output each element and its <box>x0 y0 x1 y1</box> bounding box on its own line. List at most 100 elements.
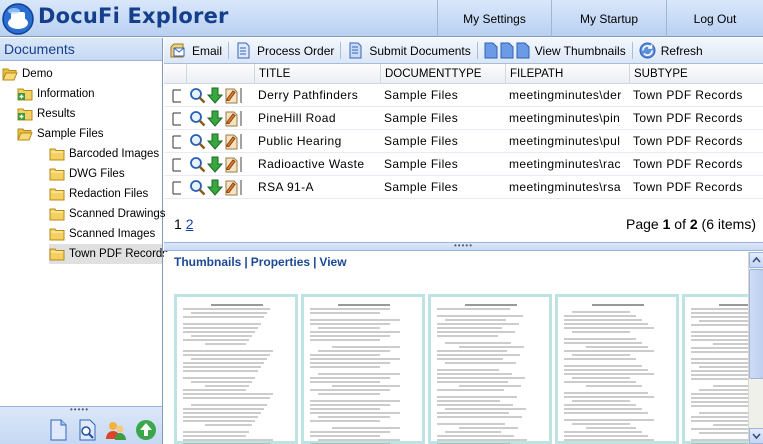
tab-separator: | <box>313 255 317 269</box>
download-arrow-icon[interactable] <box>207 110 223 127</box>
cell-title: Public Hearing <box>258 134 342 148</box>
cell-title: Radioactive Waste <box>258 157 365 171</box>
tree-item-label: Demo <box>22 68 53 80</box>
tree-item-sample-files[interactable]: Sample Files <box>17 124 162 144</box>
tree-item-label: Town PDF Records <box>69 248 169 260</box>
email-button[interactable]: Email <box>164 39 228 63</box>
tree-item-dwg-files[interactable]: DWG Files <box>49 164 162 184</box>
document-page-preview <box>437 304 527 444</box>
edit-document-icon[interactable] <box>224 87 238 104</box>
document-page-preview <box>183 304 273 444</box>
my-settings-link[interactable]: My Settings <box>437 0 551 37</box>
cell-documenttype: Sample Files <box>384 157 459 171</box>
checkbox-icon[interactable] <box>172 181 182 195</box>
download-arrow-icon[interactable] <box>207 133 223 150</box>
folder-open-icon <box>17 128 33 141</box>
download-arrow-icon[interactable] <box>207 156 223 173</box>
tree-item-label: DWG Files <box>69 168 125 180</box>
tree-item-results[interactable]: Results <box>17 104 162 124</box>
grid-header: TITLE DOCUMENTTYPE FILEPATH SUBTYPE <box>164 64 763 84</box>
column-header-title[interactable]: TITLE <box>254 64 380 84</box>
tab-view[interactable]: View <box>319 255 346 269</box>
row-actions <box>172 87 243 104</box>
row-divider-icon <box>240 180 242 195</box>
table-row[interactable]: Public Hearing Sample Files meetingminutes… <box>164 130 763 153</box>
row-divider-icon <box>240 134 242 149</box>
refresh-button[interactable]: Refresh <box>633 39 709 63</box>
cell-filepath: meetingminutes\rac <box>509 157 621 171</box>
scroll-down-button[interactable] <box>749 428 763 444</box>
thumbnail-scrollbar[interactable] <box>748 252 763 444</box>
cell-filepath: meetingminutes\pul <box>509 134 621 148</box>
document-thumbnail[interactable] <box>682 294 748 444</box>
tree-item-town-pdf-records[interactable]: Town PDF Records <box>49 244 168 264</box>
document-thumbnail[interactable] <box>428 294 552 444</box>
tree-item-label: Scanned Drawings <box>69 208 166 220</box>
submit-documents-button[interactable]: Submit Documents <box>341 39 476 63</box>
cell-title: Derry Pathfinders <box>258 88 359 102</box>
folder-icon <box>49 188 65 201</box>
edit-document-icon[interactable] <box>224 133 238 150</box>
document-icon[interactable] <box>46 418 70 442</box>
magnifier-icon[interactable] <box>189 179 206 196</box>
checkbox-icon[interactable] <box>172 112 182 126</box>
magnifier-icon[interactable] <box>189 156 206 173</box>
download-arrow-icon[interactable] <box>207 87 223 104</box>
refresh-label: Refresh <box>660 43 703 58</box>
tree-item-label: Sample Files <box>37 128 104 140</box>
search-document-icon[interactable] <box>75 418 99 442</box>
table-row[interactable]: RSA 91-A Sample Files meetingminutes\rsa To… <box>164 176 763 199</box>
table-row[interactable]: Radioactive Waste Sample Files meetingminu… <box>164 153 763 176</box>
tree-item-barcoded-images[interactable]: Barcoded Images <box>49 144 162 164</box>
users-icon[interactable] <box>104 418 128 442</box>
edit-document-icon[interactable] <box>224 179 238 196</box>
download-arrow-icon[interactable] <box>207 179 223 196</box>
column-header-filepath[interactable]: FILEPATH <box>505 64 629 84</box>
resize-grip[interactable]: ••••• <box>70 406 89 414</box>
thumbnail-strip <box>164 272 748 444</box>
view-thumbnails-button[interactable]: View Thumbnails <box>478 39 632 63</box>
tree-item-redaction-files[interactable]: Redaction Files <box>49 184 162 204</box>
preview-tabbar: Thumbnails | Properties | View <box>164 252 748 272</box>
edit-document-icon[interactable] <box>224 156 238 173</box>
tree-item-scanned-images[interactable]: Scanned Images <box>49 224 162 244</box>
checkbox-icon[interactable] <box>172 89 182 103</box>
document-thumbnail[interactable] <box>301 294 425 444</box>
cell-subtype: Town PDF Records <box>633 180 743 194</box>
cell-subtype: Town PDF Records <box>633 88 743 102</box>
tab-thumbnails[interactable]: Thumbnails <box>174 255 241 269</box>
my-startup-link[interactable]: My Startup <box>551 0 666 37</box>
document-thumbnail[interactable] <box>174 294 298 444</box>
scroll-thumb[interactable] <box>749 269 763 379</box>
page-2-link[interactable]: 2 <box>186 216 194 232</box>
column-header-documenttype[interactable]: DOCUMENTTYPE <box>380 64 505 84</box>
upload-icon[interactable] <box>134 418 158 442</box>
tree-item-scanned-drawings[interactable]: Scanned Drawings <box>49 204 166 224</box>
cell-title: PineHill Road <box>258 111 336 125</box>
magnifier-icon[interactable] <box>189 110 206 127</box>
table-row[interactable]: Derry Pathfinders Sample Files meetingminu… <box>164 84 763 107</box>
process-order-icon <box>237 42 250 59</box>
process-order-button[interactable]: Process Order <box>229 39 340 63</box>
tab-properties[interactable]: Properties <box>251 255 310 269</box>
scroll-up-button[interactable] <box>749 252 763 268</box>
folder-plus-icon <box>17 88 33 101</box>
panel-splitter[interactable]: ••••• <box>164 241 763 251</box>
tree-item-information[interactable]: Information <box>17 84 162 104</box>
checkbox-icon[interactable] <box>172 158 182 172</box>
tree-item-demo[interactable]: Demo <box>2 64 162 84</box>
magnifier-icon[interactable] <box>189 87 206 104</box>
edit-document-icon[interactable] <box>224 110 238 127</box>
row-actions <box>172 133 243 150</box>
column-header-subtype[interactable]: SUBTYPE <box>629 64 763 84</box>
documents-panel-footer: ••••• <box>0 406 162 444</box>
table-row[interactable]: PineHill Road Sample Files meetingminutes\… <box>164 107 763 130</box>
splitter-grip[interactable]: ••••• <box>454 241 473 250</box>
document-thumbnail[interactable] <box>555 294 679 444</box>
checkbox-icon[interactable] <box>172 135 182 149</box>
grid-body: Derry Pathfinders Sample Files meetingminu… <box>164 84 763 199</box>
log-out-link[interactable]: Log Out <box>666 0 763 37</box>
page-info-suffix: (6 items) <box>697 216 756 232</box>
email-icon <box>170 43 185 58</box>
magnifier-icon[interactable] <box>189 133 206 150</box>
